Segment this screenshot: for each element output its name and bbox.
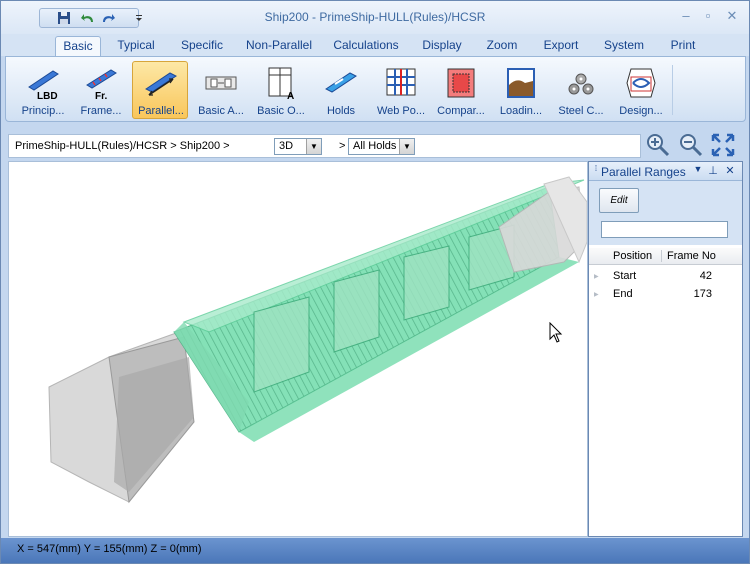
design-icon [626, 68, 656, 98]
row-position: Start [613, 270, 637, 282]
basic-o-button[interactable]: A Basic O... [252, 61, 308, 119]
path-bar: PrimeShip-HULL(Rules)/HCSR > Ship200 > 3… [8, 134, 641, 158]
fit-view-icon[interactable] [710, 132, 736, 158]
status-bar: X = 547(mm) Y = 155(mm) Z = 0(mm) [1, 538, 749, 563]
lbd-icon-text: LBD [37, 91, 58, 101]
loading-button[interactable]: Loadin... [492, 61, 548, 119]
ribbon-label: Frame... [80, 105, 122, 117]
frame-icon: Fr. [86, 69, 117, 101]
tab-specific[interactable]: Specific [173, 36, 231, 56]
parallel-button[interactable]: Parallel... [132, 61, 188, 119]
panel-title: Parallel Ranges [601, 165, 686, 179]
basic-o-icon-text: A [287, 91, 294, 101]
row-indicator-icon: ▶ [594, 274, 599, 280]
tab-basic[interactable]: Basic [55, 36, 101, 56]
ribbon-separator [672, 65, 673, 115]
chevron-down-icon[interactable]: ▼ [399, 139, 414, 154]
tab-calculations[interactable]: Calculations [329, 36, 403, 56]
panel-input-field[interactable] [601, 221, 728, 238]
path-separator: > [339, 140, 346, 152]
coordinate-readout: X = 547(mm) Y = 155(mm) Z = 0(mm) [17, 543, 202, 555]
tab-typical[interactable]: Typical [111, 36, 161, 56]
ribbon-label: Design... [619, 105, 663, 117]
row-frame: 173 [693, 288, 712, 300]
tab-export[interactable]: Export [537, 36, 585, 56]
row-indicator-icon: ▶ [594, 292, 599, 298]
design-button[interactable]: Design... [612, 61, 668, 119]
row-position: End [613, 288, 633, 300]
ribbon-label: Holds [326, 105, 356, 117]
principal-dimensions-button[interactable]: LBD Princip... [14, 61, 70, 119]
ribbon-label: Basic O... [257, 105, 305, 117]
basic-o-icon: A [268, 67, 294, 101]
hull-model [48, 176, 587, 504]
parallel-icon [145, 72, 177, 96]
app-window: Ship200 - PrimeShip-HULL(Rules)/HCSR – ▫… [0, 0, 750, 564]
ribbon-label: Compar... [437, 105, 485, 117]
column-divider [661, 250, 662, 262]
pin-icon[interactable]: ⊥ [707, 164, 719, 178]
ribbon-label: Web Po... [376, 105, 426, 117]
window-title: Ship200 - PrimeShip-HULL(Rules)/HCSR [264, 10, 486, 24]
tab-display[interactable]: Display [415, 36, 469, 56]
mouse-cursor-icon [549, 322, 563, 343]
compartment-button[interactable]: Compar... [432, 61, 488, 119]
hold-filter-select[interactable]: All Holds ▼ [348, 138, 415, 155]
column-position[interactable]: Position [613, 250, 652, 262]
ribbon-panel: LBD Princip... Fr. Frame... Parallel... [5, 56, 746, 122]
view-mode-select[interactable]: 3D ▼ [274, 138, 322, 155]
ribbon-label: Basic A... [198, 105, 244, 117]
hold-filter-value: All Holds [353, 140, 397, 152]
web-position-icon [386, 68, 416, 96]
frame-icon-text: Fr. [95, 91, 107, 101]
dropdown-icon[interactable]: ▼ [692, 164, 704, 178]
holds-button[interactable]: Holds [312, 61, 368, 119]
lbd-icon: LBD [28, 70, 59, 101]
loading-icon [507, 68, 535, 98]
panel-header: ⁞ Parallel Ranges ▼ ⊥ ✕ [589, 162, 742, 181]
basic-a-button[interactable]: Basic A... [192, 61, 248, 119]
close-panel-icon[interactable]: ✕ [724, 164, 736, 178]
holds-icon [325, 72, 357, 93]
ribbon-label: Princip... [21, 105, 65, 117]
breadcrumb[interactable]: PrimeShip-HULL(Rules)/HCSR > Ship200 > [15, 140, 230, 152]
tab-print[interactable]: Print [663, 36, 703, 56]
title-bar: Ship200 - PrimeShip-HULL(Rules)/HCSR – ▫… [1, 1, 749, 34]
zoom-in-icon[interactable] [645, 132, 671, 158]
parallel-ranges-panel: ⁞ Parallel Ranges ▼ ⊥ ✕ Edit Position Fr… [588, 161, 743, 537]
minimize-icon[interactable]: – [677, 8, 695, 24]
grid-header: Position Frame No [589, 248, 742, 265]
tab-system[interactable]: System [599, 36, 649, 56]
tab-zoom[interactable]: Zoom [481, 36, 523, 56]
frame-button[interactable]: Fr. Frame... [72, 61, 128, 119]
table-row[interactable]: ▶ Start 42 [589, 268, 742, 286]
maximize-icon[interactable]: ▫ [699, 8, 717, 24]
tab-non-parallel[interactable]: Non-Parallel [243, 36, 315, 56]
web-position-button[interactable]: Web Po... [372, 61, 428, 119]
steel-coil-button[interactable]: Steel C... [552, 61, 608, 119]
chevron-down-icon[interactable]: ▼ [306, 139, 321, 154]
ribbon-label: Parallel... [138, 105, 184, 117]
row-frame: 42 [699, 270, 712, 282]
3d-viewport[interactable] [8, 161, 588, 537]
table-row[interactable]: ▶ End 173 [589, 286, 742, 304]
ribbon-tabs: Basic Typical Specific Non-Parallel Calc… [1, 34, 749, 56]
zoom-out-icon[interactable] [678, 132, 704, 158]
column-frame-no[interactable]: Frame No [667, 250, 739, 262]
ribbon-label: Loadin... [499, 105, 543, 117]
view-mode-value: 3D [279, 140, 294, 152]
edit-button[interactable]: Edit [599, 188, 639, 213]
panel-toolbar: Edit [589, 181, 742, 245]
steel-coil-icon [568, 73, 594, 95]
compartment-icon [447, 68, 475, 98]
ribbon-label: Steel C... [558, 105, 604, 117]
close-icon[interactable]: ✕ [723, 8, 741, 24]
basic-a-icon [205, 76, 237, 90]
